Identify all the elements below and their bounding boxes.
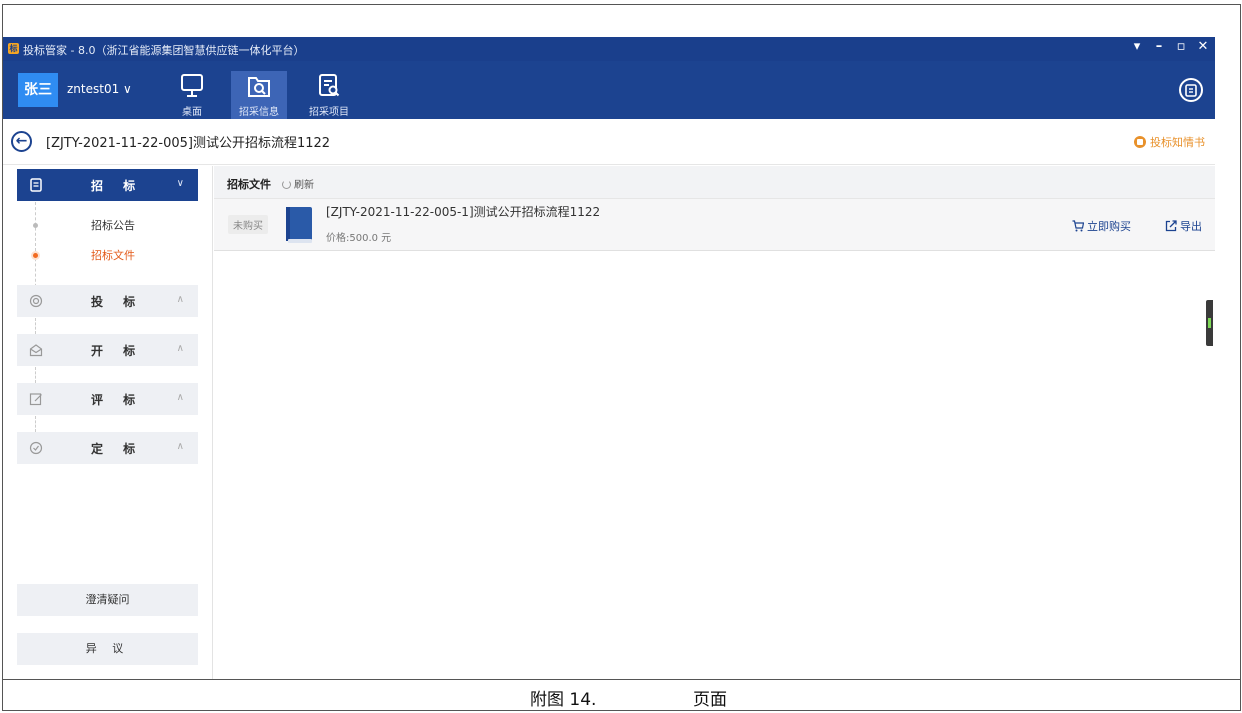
chevron-up-icon: ∧ (176, 441, 184, 452)
sidebar-group-award[interactable]: 定 标 ∧ (17, 432, 198, 464)
nav-desktop[interactable]: 桌面 (166, 71, 218, 119)
cart-icon (1072, 220, 1084, 232)
sidebar-group-bidding[interactable]: 投 标 ∧ (17, 285, 198, 317)
sidebar-group-label: 评 标 (91, 393, 144, 407)
notice-icon (1134, 136, 1146, 148)
sidebar-item-label: 招标公告 (91, 219, 135, 232)
nav-procurement-project[interactable]: 招采项目 (301, 71, 357, 119)
chevron-up-icon: ∧ (176, 343, 184, 354)
edit-icon (29, 393, 42, 406)
sidebar-group-label: 投 标 (91, 295, 144, 309)
chevron-up-icon: ∧ (176, 294, 184, 305)
sidebar-group-tender[interactable]: 招 标 ∨ (17, 169, 198, 201)
sidebar-item-tender-document[interactable]: 招标文件 (17, 243, 198, 267)
document-icon (30, 178, 42, 192)
close-icon[interactable]: ✕ (1197, 39, 1209, 54)
sidebar-group-label: 招 标 (91, 179, 144, 193)
project-list-icon (319, 74, 340, 97)
buy-now-button[interactable]: 立即购买 (1072, 218, 1131, 234)
search-folder-icon (248, 77, 270, 97)
main-content: 招标文件 刷新 未购买 [ZJTY-2021-11-22-005-1]测试公开招… (214, 166, 1215, 679)
nav-procurement-project-label: 招采项目 (309, 107, 349, 118)
sidebar: 招 标 ∨ 招标公告 招标文件 投 标 ∧ 开 标 ∧ 评 标 ∧ 定 标 ∧ … (3, 166, 213, 679)
application-window: 标 投标管家 - 8.0（浙江省能源集团智慧供应链一体化平台） ▾ – ▫ ✕ … (3, 37, 1215, 679)
timeline-dot-active (33, 253, 38, 258)
status-badge: 未购买 (228, 215, 268, 234)
app-logo-icon: 标 (8, 43, 19, 54)
nav-desktop-label: 桌面 (182, 107, 202, 118)
timeline-connector (35, 367, 36, 383)
figure-number: 附图 14. (530, 690, 597, 710)
sidebar-item-label: 招标文件 (91, 249, 135, 262)
username-dropdown[interactable]: zntest01 ∨ (67, 82, 132, 96)
figure-caption: 附图 14. 页面 (0, 683, 1242, 710)
document-name: [ZJTY-2021-11-22-005-1]测试公开招标流程1122 (326, 205, 601, 219)
refresh-icon (282, 180, 291, 189)
target-icon (29, 294, 43, 308)
sidebar-group-label: 定 标 (91, 442, 144, 456)
refresh-button[interactable]: 刷新 (282, 176, 314, 191)
caption-divider (2, 679, 1241, 680)
refresh-label: 刷新 (294, 180, 314, 191)
avatar[interactable]: 张三 (18, 73, 58, 107)
buy-now-label: 立即购买 (1087, 220, 1131, 233)
monitor-icon (181, 74, 203, 97)
bid-notice-link[interactable]: 投标知情书 (1134, 134, 1205, 150)
nav-procurement-info-label: 招采信息 (239, 107, 279, 118)
clipboard-icon (1185, 84, 1197, 97)
back-arrow-icon[interactable]: ← (11, 131, 32, 152)
clipboard-button[interactable] (1179, 78, 1203, 102)
content-title: 招标文件 (227, 178, 271, 191)
dropdown-menu-icon[interactable]: ▾ (1131, 39, 1143, 54)
chevron-up-icon: ∧ (176, 392, 184, 403)
window-controls: ▾ – ▫ ✕ (1131, 39, 1209, 54)
timeline-dot (33, 223, 38, 228)
objection-button[interactable]: 异 议 (17, 633, 198, 665)
check-circle-icon (29, 441, 43, 455)
document-price: 价格:500.0 元 (326, 233, 392, 244)
page-title: [ZJTY-2021-11-22-005]测试公开招标流程1122 (46, 136, 331, 151)
clarification-button[interactable]: 澄清疑问 (17, 584, 198, 616)
restore-icon[interactable]: ▫ (1175, 39, 1187, 54)
sidebar-group-label: 开 标 (91, 344, 144, 358)
sidebar-item-tender-notice[interactable]: 招标公告 (17, 213, 198, 237)
export-label: 导出 (1180, 220, 1202, 233)
book-icon (286, 207, 312, 243)
document-row: 未购买 [ZJTY-2021-11-22-005-1]测试公开招标流程1122 … (214, 199, 1215, 251)
breadcrumb: ← [ZJTY-2021-11-22-005]测试公开招标流程1122 投标知情… (3, 119, 1215, 165)
sidebar-group-bid-opening[interactable]: 开 标 ∧ (17, 334, 198, 366)
timeline-connector (35, 318, 36, 334)
title-bar: 标 投标管家 - 8.0（浙江省能源集团智慧供应链一体化平台） ▾ – ▫ ✕ (3, 37, 1215, 61)
minimize-icon[interactable]: – (1153, 39, 1165, 54)
chevron-down-icon: ∨ (176, 178, 184, 189)
nav-procurement-info[interactable]: 招采信息 (231, 71, 287, 119)
timeline-connector (35, 416, 36, 432)
bid-notice-label: 投标知情书 (1150, 136, 1205, 149)
window-title: 投标管家 - 8.0（浙江省能源集团智慧供应链一体化平台） (23, 44, 305, 57)
figure-title: 页面 (693, 690, 727, 710)
side-panel-handle[interactable] (1206, 300, 1213, 346)
export-button[interactable]: 导出 (1165, 218, 1202, 234)
content-header: 招标文件 刷新 (214, 166, 1215, 199)
export-icon (1165, 220, 1177, 232)
sidebar-group-evaluation[interactable]: 评 标 ∧ (17, 383, 198, 415)
top-nav: 张三 zntest01 ∨ 桌面 招采信息 招采项目 (3, 61, 1215, 119)
envelope-open-icon (29, 344, 43, 357)
